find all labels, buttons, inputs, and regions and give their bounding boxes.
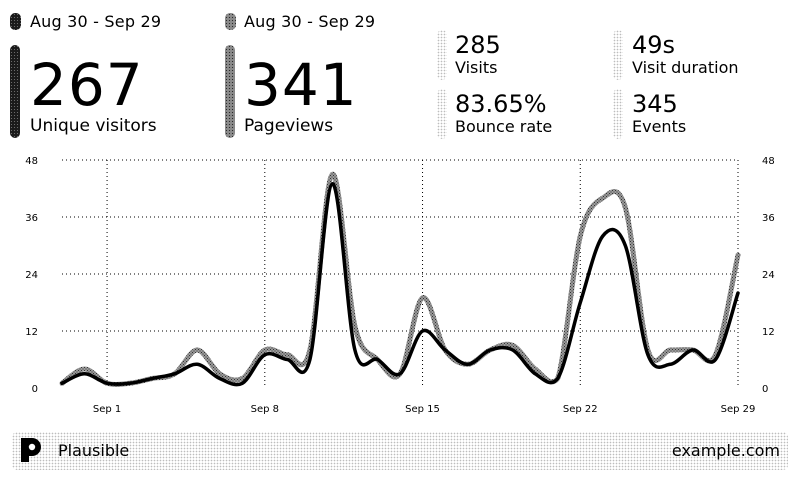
brand-name[interactable]: Plausible bbox=[58, 441, 129, 460]
x-tick-label: Sep 29 bbox=[721, 404, 756, 415]
site-domain[interactable]: example.com bbox=[672, 441, 780, 460]
unique-visitors-label: Unique visitors bbox=[30, 116, 157, 136]
x-tick-label: Sep 8 bbox=[251, 404, 279, 415]
visits-value: 285 bbox=[455, 31, 501, 59]
y-tick-label-right: 24 bbox=[762, 270, 775, 281]
y-tick-label-left: 0 bbox=[32, 384, 38, 395]
visit-duration-bar bbox=[613, 30, 623, 80]
y-tick-label-right: 36 bbox=[762, 213, 775, 224]
visits-bar bbox=[437, 30, 447, 80]
events-bar bbox=[613, 89, 623, 139]
pageviews-series-line bbox=[59, 171, 741, 387]
x-tick-label: Sep 15 bbox=[405, 404, 440, 415]
y-tick-label-right: 48 bbox=[762, 156, 775, 167]
y-tick-label-left: 48 bbox=[25, 156, 38, 167]
visitors-line-chart: 0 0 12 12 24 24 36 36 48 48 Sep 1 Sep 8 Sep 15 Sep 22… bbox=[25, 156, 775, 415]
plausible-logo-icon bbox=[21, 438, 41, 462]
pageviews-bar bbox=[225, 45, 235, 138]
primary-range-swatch bbox=[10, 13, 21, 30]
x-tick-label: Sep 1 bbox=[93, 404, 121, 415]
secondary-date-range: Aug 30 - Sep 29 bbox=[244, 12, 376, 31]
primary-date-range: Aug 30 - Sep 29 bbox=[30, 12, 162, 31]
unique-visitors-bar bbox=[10, 45, 20, 138]
y-tick-label-right: 0 bbox=[762, 384, 768, 395]
events-label: Events bbox=[632, 117, 687, 136]
y-tick-label-left: 24 bbox=[25, 270, 38, 281]
visits-label: Visits bbox=[455, 58, 498, 77]
visit-duration-value: 49s bbox=[632, 31, 676, 59]
y-tick-label-left: 36 bbox=[25, 213, 38, 224]
secondary-range-swatch bbox=[225, 13, 236, 30]
bounce-rate-label: Bounce rate bbox=[455, 117, 553, 136]
bounce-rate-value: 83.65% bbox=[455, 90, 547, 118]
y-tick-label-right: 12 bbox=[762, 327, 775, 338]
visit-duration-label: Visit duration bbox=[632, 58, 739, 77]
x-tick-label: Sep 22 bbox=[563, 404, 598, 415]
pageviews-label: Pageviews bbox=[244, 116, 334, 136]
events-value: 345 bbox=[632, 90, 678, 118]
pageviews-value: 341 bbox=[244, 51, 358, 119]
unique-visitors-value: 267 bbox=[30, 51, 144, 119]
bounce-rate-bar bbox=[437, 89, 447, 139]
y-tick-label-left: 12 bbox=[25, 327, 38, 338]
